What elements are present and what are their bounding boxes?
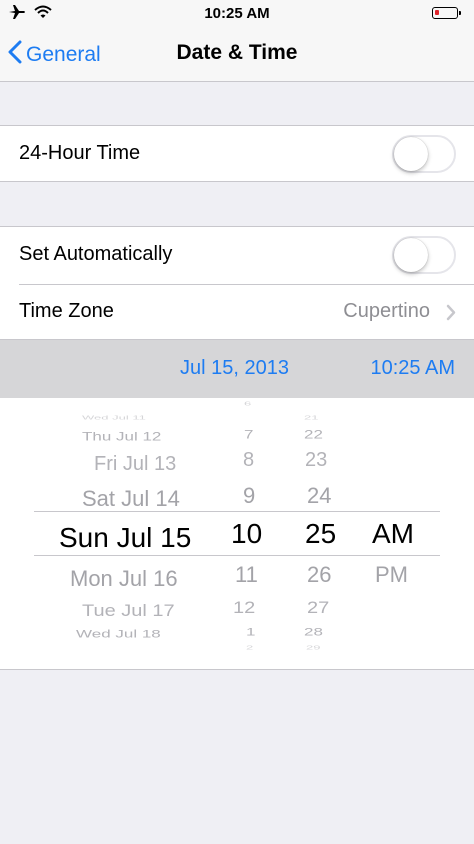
picker-date-item: Tue Jul 17: [82, 601, 175, 621]
status-bar: 10:25 AM: [0, 0, 474, 28]
hour24-row: 24-Hour Time: [0, 125, 474, 182]
set-auto-toggle[interactable]: [392, 236, 456, 274]
page-title: Date & Time: [176, 41, 298, 64]
timezone-row[interactable]: Time Zone Cupertino: [0, 285, 474, 341]
picker-date-selected: Sun Jul 15: [59, 522, 192, 553]
picker-hour-item: 12: [233, 598, 256, 618]
status-time: 10:25 AM: [204, 5, 270, 22]
picker-date-item: Sat Jul 14: [82, 486, 180, 511]
picker-period-selected: AM: [372, 518, 414, 549]
battery-level: [435, 10, 439, 15]
date-time-header[interactable]: Jul 15, 2013 10:25 AM: [0, 340, 474, 398]
picker-minute-selected: 25: [305, 518, 337, 549]
selected-date[interactable]: Jul 15, 2013: [180, 357, 289, 380]
picker-minute-item: 24: [307, 483, 332, 508]
picker-minute-column[interactable]: 21 22 23 24 25 26 27 28 29: [290, 398, 360, 669]
picker-minute-item: 21: [304, 414, 319, 421]
picker-hour-item: 9: [243, 483, 256, 508]
picker-hour-item: 2: [246, 644, 254, 651]
toggle-knob: [394, 137, 428, 171]
picker-hour-selected: 10: [231, 518, 263, 549]
picker-date-item: Fri Jul 13: [94, 453, 177, 475]
hour24-label: 24-Hour Time: [19, 142, 141, 164]
picker-minute-item: 22: [304, 428, 323, 442]
picker-minute-item: 26: [307, 562, 332, 587]
picker-date-item: Wed Jul 18: [76, 627, 161, 640]
picker-hour-item: 7: [244, 428, 254, 442]
picker-hour-column[interactable]: 6 7 8 9 10 11 12 1 2: [220, 398, 280, 669]
toggle-knob: [394, 238, 428, 272]
navigation-bar: General Date & Time: [0, 28, 474, 82]
picker-hour-item: 1: [246, 625, 256, 638]
picker-minute-item: 29: [306, 644, 321, 651]
timezone-value: Cupertino: [343, 300, 430, 322]
picker-date-item: Mon Jul 16: [70, 566, 178, 591]
auto-group: Set Automatically Time Zone Cupertino: [0, 226, 474, 340]
selected-time[interactable]: 10:25 AM: [370, 357, 455, 380]
picker-minute-item: 23: [305, 449, 328, 471]
picker-date-item: Wed Jul 11: [82, 414, 146, 421]
chevron-right-icon: [446, 304, 456, 326]
picker-date-item: Thu Jul 12: [82, 430, 162, 444]
picker-minute-item: 27: [307, 598, 330, 618]
picker-hour-item: 11: [235, 562, 258, 587]
picker-hour-item: 8: [243, 449, 255, 471]
battery-icon: [432, 7, 461, 19]
picker-date-column[interactable]: Wed Jul 11 Thu Jul 12 Fri Jul 13 Sat Jul…: [0, 398, 220, 669]
picker-hour-item: 6: [244, 400, 252, 407]
picker-period-item: PM: [375, 562, 408, 587]
picker-period-column[interactable]: AM PM: [360, 398, 440, 669]
hour24-toggle[interactable]: [392, 135, 456, 173]
set-auto-label: Set Automatically: [19, 243, 173, 265]
timezone-label: Time Zone: [19, 300, 114, 322]
date-time-picker[interactable]: Wed Jul 11 Thu Jul 12 Fri Jul 13 Sat Jul…: [0, 398, 474, 670]
picker-minute-item: 28: [304, 625, 323, 638]
